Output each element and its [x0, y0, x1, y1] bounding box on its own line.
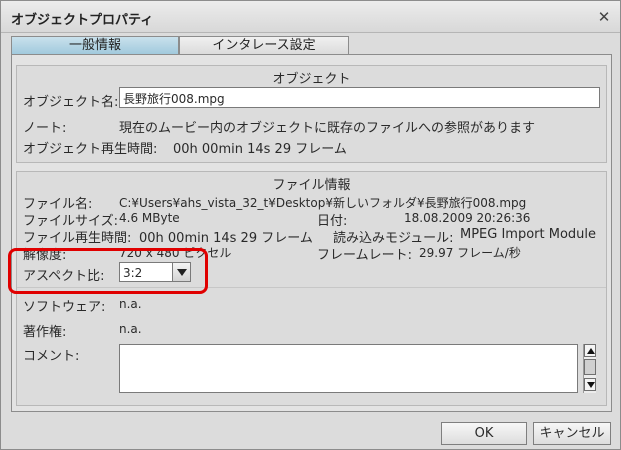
framerate-label: フレームレート: [317, 248, 412, 263]
scroll-thumb[interactable] [584, 359, 596, 375]
filesize-value: 4.6 MByte [119, 211, 180, 225]
software-label: ソフトウェア: [23, 300, 106, 315]
note-value: 現在のムービー内のオブジェクトに既存のファイルへの参照があります [119, 121, 536, 136]
tab-panel: オブジェクト オブジェクト名: 長野旅行008.mpg ノート: 現在のムービー… [11, 54, 612, 412]
file-info-group-title: ファイル情報 [272, 178, 351, 193]
date-value: 18.08.2009 20:26:36 [404, 211, 531, 225]
object-name-input[interactable]: 長野旅行008.mpg [119, 87, 600, 108]
close-icon[interactable]: ✕ [594, 7, 614, 27]
note-label: ノート: [23, 121, 67, 136]
framerate-value: 29.97 フレーム/秒 [419, 246, 521, 260]
copyright-value: n.a. [119, 322, 142, 336]
dialog-title: オブジェクトプロパティ [11, 13, 154, 28]
scroll-down-button[interactable] [584, 378, 596, 391]
copyright-label: 著作権: [23, 325, 67, 340]
object-duration-value: 00h 00min 14s 29 フレーム [173, 142, 347, 157]
object-group: オブジェクト オブジェクト名: 長野旅行008.mpg ノート: 現在のムービー… [16, 65, 607, 163]
arrow-up-icon [587, 348, 595, 354]
tab-interlace-settings[interactable]: インタレース設定 [179, 36, 349, 55]
object-group-title: オブジェクト [272, 72, 351, 87]
import-module-value: MPEG Import Module [460, 227, 597, 242]
object-properties-dialog: オブジェクトプロパティ ✕ 一般情報 インタレース設定 オブジェクト オブジェク… [0, 0, 621, 450]
arrow-down-icon [587, 382, 595, 388]
filename-value: C:¥Users¥ahs_vista_32_t¥Desktop¥新しいフォルダ¥… [119, 196, 527, 210]
comment-scrollbar[interactable] [583, 344, 596, 393]
object-duration-label: オブジェクト再生時間: [23, 142, 158, 157]
title-bar: オブジェクトプロパティ ✕ [1, 1, 620, 33]
cancel-button[interactable]: キャンセル [533, 422, 611, 445]
comment-label: コメント: [23, 349, 80, 364]
object-name-label: オブジェクト名: [23, 95, 119, 110]
comment-textarea[interactable] [119, 344, 578, 393]
scroll-up-button[interactable] [584, 344, 596, 357]
ok-button[interactable]: OK [441, 422, 527, 445]
annotation-highlight-box [8, 248, 208, 294]
tab-general-info[interactable]: 一般情報 [11, 36, 179, 55]
software-value: n.a. [119, 297, 142, 311]
